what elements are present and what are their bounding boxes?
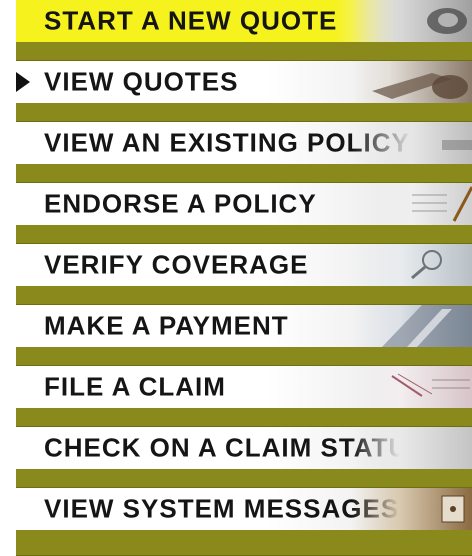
menu-separator [16,469,472,488]
menu-item-view-system-messages[interactable]: VIEW SYSTEM MESSAGES [16,488,472,530]
document-pen-icon [352,0,472,42]
pen-icon [352,183,472,225]
main-menu: START A NEW QUOTE VIEW QUOTES VIEW AN EX… [16,0,472,556]
menu-separator [16,42,472,61]
menu-item-view-quotes[interactable]: VIEW QUOTES [16,61,472,103]
menu-separator [16,164,472,183]
menu-separator [16,286,472,305]
menu-separator [16,347,472,366]
menu-item-label: VIEW QUOTES [44,66,239,97]
hand-writing-icon [352,61,472,103]
menu-item-label: START A NEW QUOTE [44,5,338,36]
magnifier-icon [352,244,472,286]
menu-item-label: VERIFY COVERAGE [44,249,309,280]
message-icon [352,488,472,530]
menu-separator [16,103,472,122]
menu-item-start-new-quote[interactable]: START A NEW QUOTE [16,0,472,42]
current-item-arrow-icon [16,72,30,92]
menu-item-label: FILE A CLAIM [44,371,226,402]
claims-form-icon [352,366,472,408]
menu-separator [16,530,472,556]
menu-item-make-payment[interactable]: MAKE A PAYMENT [16,305,472,347]
menu-separator [16,408,472,427]
policy-document-icon [352,122,472,164]
menu-separator [16,225,472,244]
menu-item-view-existing-policy[interactable]: VIEW AN EXISTING POLICY [16,122,472,164]
menu-item-verify-coverage[interactable]: VERIFY COVERAGE [16,244,472,286]
menu-item-label: MAKE A PAYMENT [44,310,289,341]
menu-item-endorse-policy[interactable]: ENDORSE A POLICY [16,183,472,225]
keyboard-icon [352,305,472,347]
menu-item-file-claim[interactable]: FILE A CLAIM [16,366,472,408]
menu-item-check-claim-status[interactable]: CHECK ON A CLAIM STATUS [16,427,472,469]
menu-item-label: VIEW SYSTEM MESSAGES [44,493,400,524]
menu-item-label: ENDORSE A POLICY [44,188,317,219]
status-document-icon [352,427,472,469]
